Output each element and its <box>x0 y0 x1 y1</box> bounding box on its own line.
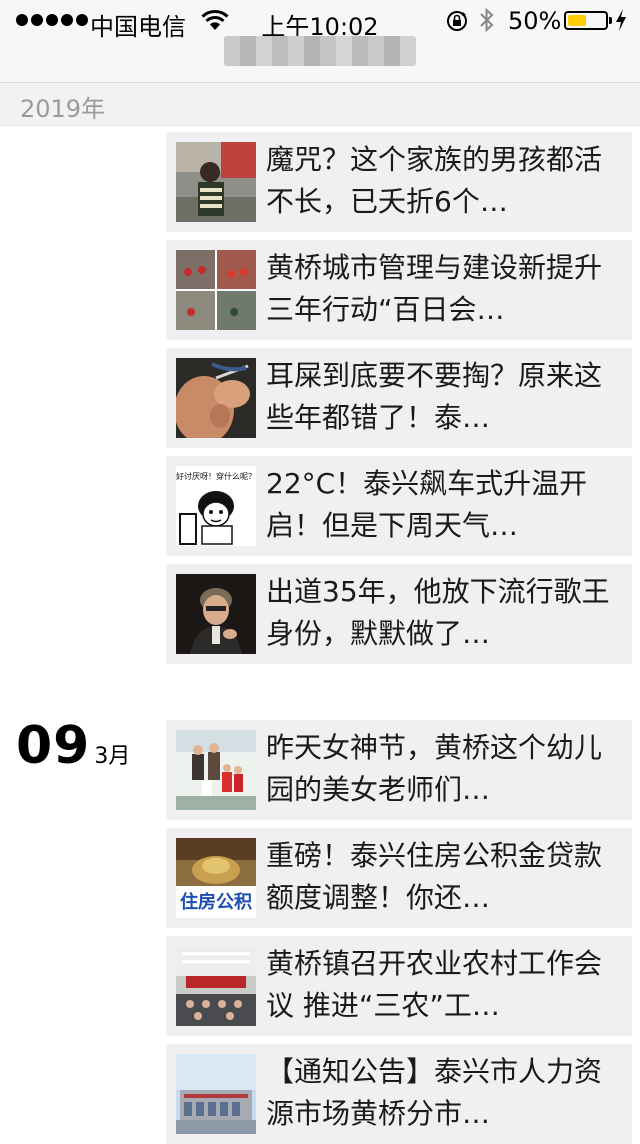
battery-fill <box>568 15 586 26</box>
article-title: 重磅！泰兴住房公积金贷款额度调整！你还… <box>266 839 603 914</box>
article-card[interactable]: 出道35年，他放下流行歌王身份，默默做了… <box>166 564 632 664</box>
article-title: 22°C！泰兴飙车式升温开启！但是下周天气… <box>266 467 588 542</box>
article-title: 昨天女神节，黄桥这个幼儿园的美女老师们… <box>266 731 603 806</box>
top-header: 中国电信 上午10:02 50% <box>0 0 640 83</box>
article-title: 【通知公告】泰兴市人力资源市场黄桥分市… <box>266 1055 603 1130</box>
year-label: 2019年 <box>20 95 106 123</box>
date-month: 3月 <box>94 744 131 769</box>
date-day: 09 <box>16 716 91 776</box>
status-bar: 中国电信 上午10:02 50% <box>0 0 640 41</box>
article-title: 魔咒？这个家族的男孩都活不长，已夭折6个… <box>266 143 603 218</box>
bluetooth-icon <box>478 6 496 40</box>
blurred-account-title <box>224 36 416 66</box>
year-section-header: 2019年 <box>0 83 640 126</box>
article-thumbnail <box>176 946 256 1026</box>
article-title: 出道35年，他放下流行歌王身份，默默做了… <box>266 575 610 650</box>
rotation-lock-icon <box>446 10 468 38</box>
article-thumbnail <box>176 574 256 654</box>
date-label: 09 3月 <box>16 716 130 776</box>
battery-percent: 50% <box>508 7 562 35</box>
article-card[interactable]: 好讨厌呀！穿什么呢？ 22°C！泰兴飙车式升温开启！但是下周天气… <box>166 456 632 556</box>
article-thumbnail <box>176 142 256 222</box>
article-card[interactable]: 黄桥城市管理与建设新提升三年行动“百日会… <box>166 240 632 340</box>
article-thumbnail <box>176 730 256 810</box>
charging-bolt-icon <box>614 8 628 38</box>
thumb-caption: 住房公积 <box>180 891 252 913</box>
article-thumbnail <box>176 250 256 330</box>
article-thumbnail: 住房公积 <box>176 838 256 918</box>
article-thumbnail <box>176 1054 256 1134</box>
article-card[interactable]: 魔咒？这个家族的男孩都活不长，已夭折6个… <box>166 132 632 232</box>
article-title: 黄桥城市管理与建设新提升三年行动“百日会… <box>266 251 603 326</box>
carrier-name: 中国电信 <box>90 13 186 41</box>
article-card[interactable]: 昨天女神节，黄桥这个幼儿园的美女老师们… <box>166 720 632 820</box>
signal-dots-icon <box>16 14 88 26</box>
article-card[interactable]: 耳屎到底要不要掏？原来这些年都错了！泰… <box>166 348 632 448</box>
article-card[interactable]: 黄桥镇召开农业农村工作会议 推进“三农”工… <box>166 936 632 1036</box>
article-card[interactable]: 住房公积 重磅！泰兴住房公积金贷款额度调整！你还… <box>166 828 632 928</box>
thumb-caption: 好讨厌呀！穿什么呢？ <box>176 471 256 481</box>
article-title: 耳屎到底要不要掏？原来这些年都错了！泰… <box>266 359 603 434</box>
article-title: 黄桥镇召开农业农村工作会议 推进“三农”工… <box>266 947 603 1022</box>
battery-icon <box>564 11 612 30</box>
wifi-icon <box>200 9 230 37</box>
article-thumbnail: 好讨厌呀！穿什么呢？ <box>176 466 256 546</box>
article-thumbnail <box>176 358 256 438</box>
article-card[interactable]: 【通知公告】泰兴市人力资源市场黄桥分市… <box>166 1044 632 1144</box>
